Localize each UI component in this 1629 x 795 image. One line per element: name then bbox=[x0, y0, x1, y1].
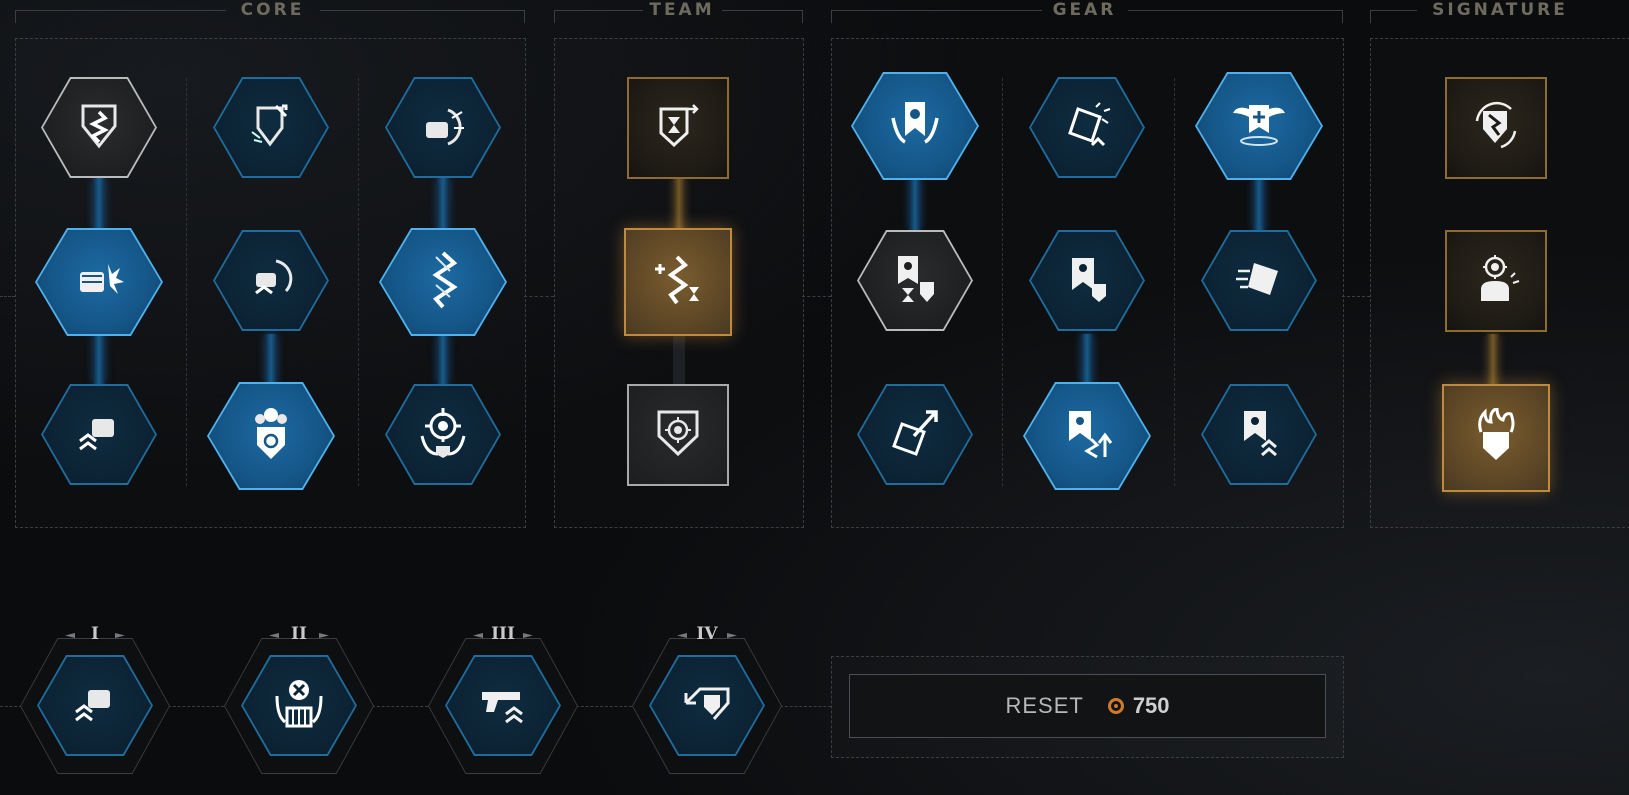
fist-rank-up-icon bbox=[70, 682, 120, 730]
banner-hourglass-icon bbox=[653, 101, 703, 155]
core-connector bbox=[437, 178, 449, 230]
chain-link-icon bbox=[426, 249, 460, 315]
flaming-shield-icon bbox=[1471, 405, 1521, 468]
core-connector bbox=[437, 334, 449, 384]
banner-hourglass-shield-icon bbox=[890, 252, 940, 310]
trait-link bbox=[168, 706, 224, 707]
team-section-title: TEAM bbox=[649, 0, 715, 20]
trait-link bbox=[780, 706, 831, 707]
team-perk-chain-plus-hourglass[interactable] bbox=[624, 228, 732, 336]
reset-button[interactable]: RESET 750 bbox=[849, 674, 1326, 738]
melee-sweep-icon bbox=[246, 255, 296, 307]
shield-chain-icon bbox=[77, 102, 121, 154]
core-column-divider bbox=[186, 78, 187, 486]
core-connector bbox=[93, 334, 105, 384]
fist-rank-up-icon bbox=[74, 411, 124, 459]
trait-rank-3: III bbox=[481, 624, 525, 644]
core-section-title: CORE bbox=[240, 0, 305, 20]
team-connector bbox=[673, 178, 685, 230]
banner-chain-up-icon bbox=[1061, 407, 1113, 465]
team-header-rule-right bbox=[722, 10, 803, 23]
signature-perk-flaming-shield[interactable] bbox=[1442, 384, 1550, 492]
panel-link-3 bbox=[802, 296, 831, 297]
trait-link bbox=[372, 706, 428, 707]
trait-link bbox=[576, 706, 632, 707]
trait-rank-4: IV bbox=[685, 624, 729, 644]
shield-arrow-back-icon bbox=[680, 681, 734, 731]
reset-label: RESET bbox=[1005, 693, 1084, 718]
winged-medic-banner-icon bbox=[1229, 99, 1289, 153]
gear-connector bbox=[1253, 178, 1265, 230]
gear-header-rule-right bbox=[1128, 10, 1343, 23]
shield-shatter-icon bbox=[1062, 101, 1112, 155]
shield-dash-icon bbox=[1234, 257, 1284, 305]
gear-connector bbox=[909, 178, 921, 230]
trait-rank-1: I bbox=[73, 624, 117, 644]
core-column-divider bbox=[358, 78, 359, 486]
gear-header-rule-left bbox=[831, 10, 1042, 23]
skull-cross-crate-icon bbox=[271, 676, 327, 736]
gear-column-divider bbox=[1002, 78, 1003, 486]
skull-crosshair-icon bbox=[416, 406, 470, 464]
core-connector bbox=[93, 178, 105, 230]
skull-target-badge-icon bbox=[655, 408, 701, 462]
team-header-rule-left bbox=[554, 10, 643, 23]
team-perk-skull-target-badge[interactable] bbox=[627, 384, 729, 486]
core-header-rule-right bbox=[320, 10, 525, 23]
skull-target-shield-icon bbox=[248, 405, 294, 467]
pistol-rank-up-icon bbox=[476, 682, 530, 730]
signature-perk-shield-swirl[interactable] bbox=[1445, 77, 1547, 179]
banner-shield-icon bbox=[1064, 254, 1110, 308]
signature-section-title: SIGNATURE bbox=[1432, 0, 1568, 20]
gear-section-title: GEAR bbox=[1052, 0, 1117, 20]
gear-connector bbox=[1081, 334, 1093, 384]
shield-arrow-up-icon bbox=[890, 408, 940, 462]
shield-swirl-icon bbox=[1471, 101, 1521, 155]
signature-header-rule-left bbox=[1370, 10, 1417, 23]
trait-rank-2: II bbox=[277, 624, 321, 644]
reset-cost: 750 bbox=[1132, 693, 1170, 718]
fist-slam-icon bbox=[418, 102, 468, 154]
requisition-coin-icon bbox=[1107, 698, 1124, 714]
panel-link-4 bbox=[1342, 296, 1370, 297]
panel-link-2 bbox=[524, 296, 554, 297]
signature-perk-marine-target[interactable] bbox=[1445, 230, 1547, 332]
banner-rank-up-icon bbox=[1236, 407, 1282, 463]
core-header-rule-left bbox=[15, 10, 226, 23]
shield-break-icon bbox=[246, 102, 296, 154]
fist-impact-icon bbox=[72, 256, 126, 308]
panel-link-1 bbox=[0, 296, 15, 297]
skull-banner-claws-icon bbox=[887, 98, 943, 154]
trait-link bbox=[0, 706, 22, 707]
gear-column-divider bbox=[1174, 78, 1175, 486]
team-perk-banner-hourglass[interactable] bbox=[627, 77, 729, 179]
team-connector bbox=[673, 334, 685, 384]
chain-plus-hourglass-icon bbox=[651, 253, 705, 311]
core-connector bbox=[265, 334, 277, 384]
signature-connector bbox=[1487, 334, 1499, 384]
marine-target-icon bbox=[1471, 253, 1521, 309]
